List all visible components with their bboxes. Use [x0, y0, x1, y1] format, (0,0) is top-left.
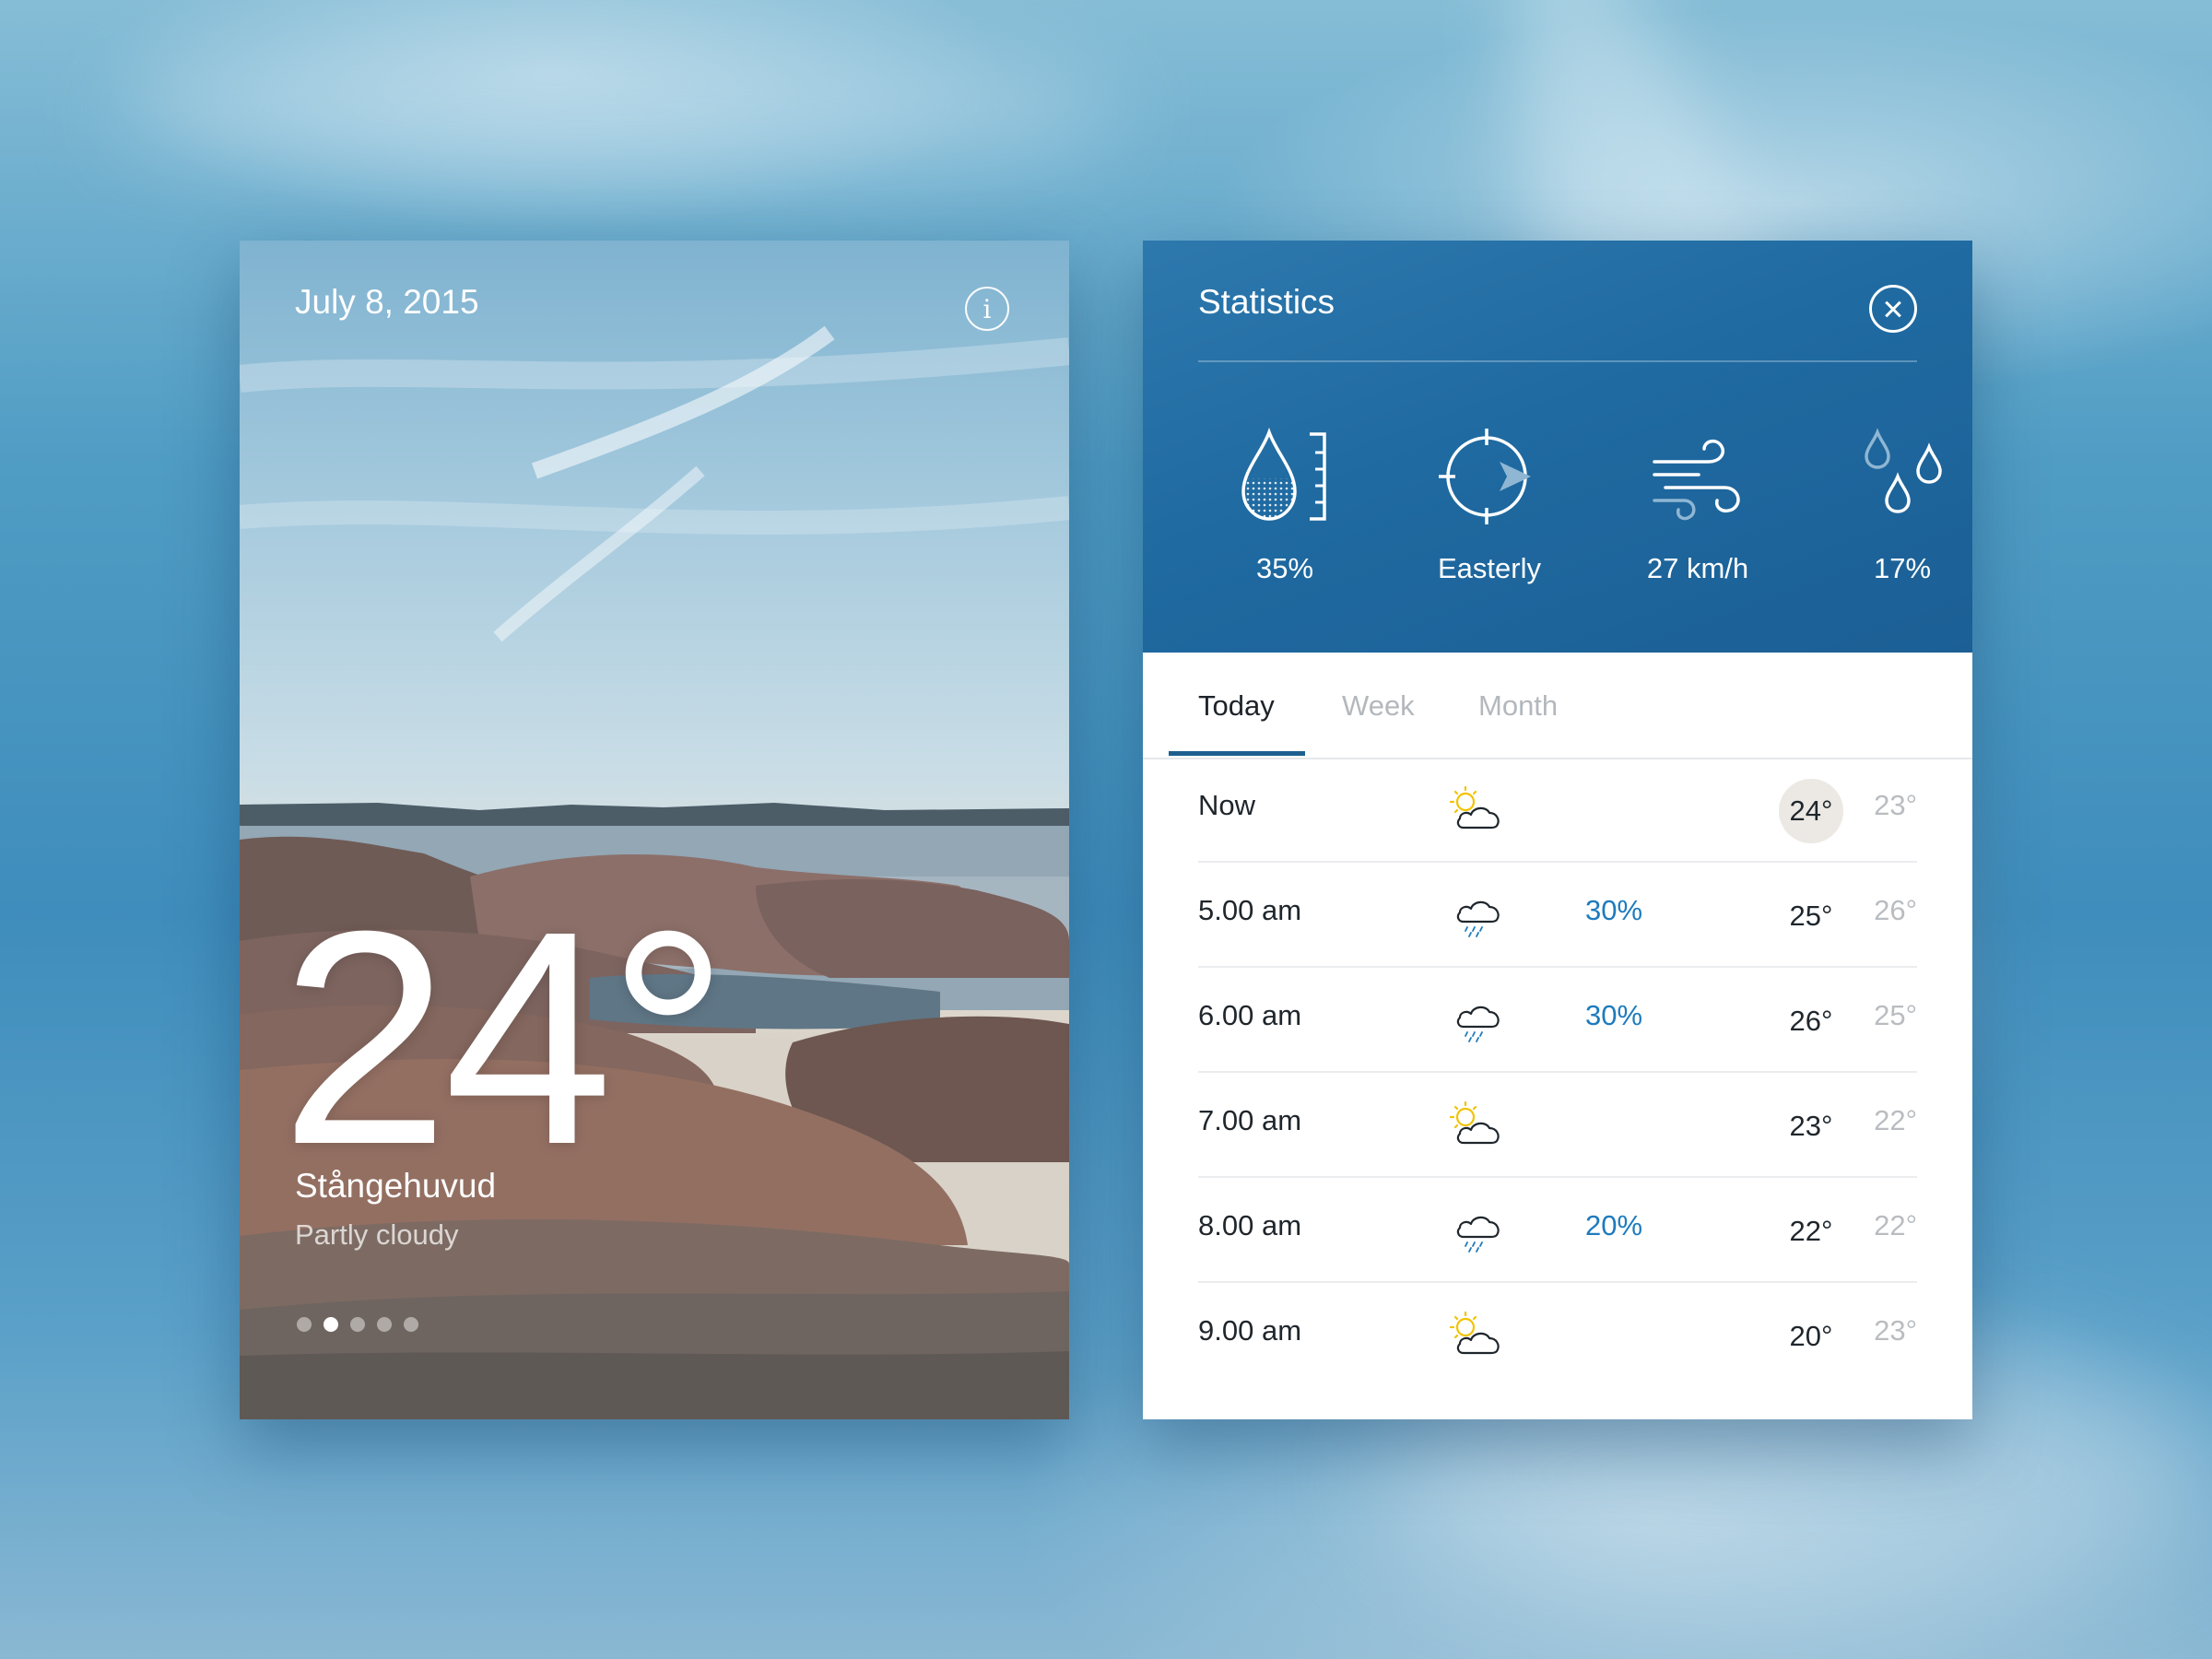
stat-humidity-value: 35%	[1255, 552, 1314, 584]
wind-icon	[1653, 439, 1740, 521]
row-time: 5.00 am	[1198, 894, 1302, 926]
tab-today[interactable]: Today	[1198, 689, 1275, 723]
row-low-temp: 22°	[1874, 1209, 1917, 1241]
row-low-temp: 23°	[1874, 789, 1917, 821]
humidity-gauge-icon	[1241, 427, 1326, 521]
tab-week[interactable]: Week	[1342, 689, 1415, 723]
partly-cloudy-icon	[1449, 1311, 1500, 1355]
forecast-row-now[interactable]: Now 24° 23°	[1198, 758, 1917, 863]
row-high-temp: 26°	[1789, 1005, 1833, 1037]
tab-month[interactable]: Month	[1478, 689, 1558, 723]
row-precip: 30%	[1585, 999, 1643, 1031]
partly-cloudy-icon	[1449, 785, 1500, 830]
forecast-row[interactable]: 6.00 am 30% 26° 25°	[1198, 968, 1917, 1073]
forecast-row[interactable]: 8.00 am 20% 22° 22°	[1198, 1178, 1917, 1283]
active-tab-indicator	[1169, 751, 1305, 756]
stat-direction-value: Easterly	[1438, 552, 1541, 584]
stat-wind-speed: 27 km/h	[1606, 425, 1790, 585]
compass-icon	[1439, 429, 1531, 524]
rain-cloud-icon	[1456, 1216, 1500, 1253]
row-high-temp-current: 24°	[1779, 779, 1843, 843]
hourly-forecast-list: Now 24° 23° 5.00 am 30% 25° 26° 6.00 am …	[1198, 758, 1917, 1386]
info-icon: i	[982, 293, 992, 324]
stat-speed-value: 27 km/h	[1646, 552, 1749, 584]
rain-cloud-icon	[1456, 900, 1500, 937]
current-temperature: 24°	[280, 867, 729, 1207]
row-precip: 20%	[1585, 1209, 1643, 1241]
page-dot[interactable]	[377, 1317, 392, 1332]
forecast-row[interactable]: 9.00 am 20° 23°	[1198, 1283, 1917, 1386]
close-button[interactable]	[1869, 285, 1917, 333]
row-high-temp: 25°	[1789, 900, 1833, 932]
current-weather-card: July 8, 2015 i 24° Stångehuvud Partly cl…	[240, 241, 1069, 1419]
row-time: 8.00 am	[1198, 1209, 1302, 1241]
row-time: 6.00 am	[1198, 999, 1302, 1031]
condition-label: Partly cloudy	[295, 1218, 459, 1251]
rain-cloud-icon	[1456, 1006, 1500, 1042]
row-time: Now	[1198, 789, 1256, 821]
date-label: July 8, 2015	[295, 283, 479, 321]
row-high-temp: 23°	[1789, 1110, 1833, 1142]
stat-wind-direction: Easterly	[1397, 425, 1582, 585]
page-dot-active[interactable]	[324, 1317, 338, 1332]
row-high-temp: 20°	[1789, 1320, 1833, 1352]
stat-precipitation: 17%	[1810, 425, 1972, 585]
row-low-temp: 25°	[1874, 999, 1917, 1031]
period-tabs: Today Week Month	[1143, 653, 1972, 759]
statistics-title: Statistics	[1198, 283, 1335, 321]
page-indicator	[297, 1317, 418, 1332]
statistics-header: Statistics 35% Easterly 27 km/h 17%	[1143, 241, 1972, 653]
divider	[1198, 360, 1917, 362]
row-time: 7.00 am	[1198, 1104, 1302, 1136]
partly-cloudy-icon	[1449, 1100, 1500, 1145]
info-button[interactable]: i	[965, 287, 1009, 331]
raindrops-icon	[1865, 428, 1942, 513]
forecast-row[interactable]: 7.00 am 23° 22°	[1198, 1073, 1917, 1178]
row-low-temp: 22°	[1874, 1104, 1917, 1136]
row-low-temp: 23°	[1874, 1314, 1917, 1347]
row-time: 9.00 am	[1198, 1314, 1302, 1347]
page-dot[interactable]	[350, 1317, 365, 1332]
forecast-row[interactable]: 5.00 am 30% 25° 26°	[1198, 863, 1917, 968]
statistics-card: Statistics 35% Easterly 27 km/h 17% Toda…	[1143, 241, 1972, 1419]
stat-humidity: 35%	[1193, 425, 1377, 585]
row-precip: 30%	[1585, 894, 1643, 926]
page-dot[interactable]	[404, 1317, 418, 1332]
background-cloud	[111, 37, 1124, 184]
row-low-temp: 26°	[1874, 894, 1917, 926]
location-name: Stångehuvud	[295, 1167, 497, 1205]
row-high-temp: 22°	[1789, 1215, 1833, 1247]
stat-precip-value: 17%	[1873, 552, 1932, 584]
page-dot[interactable]	[297, 1317, 312, 1332]
